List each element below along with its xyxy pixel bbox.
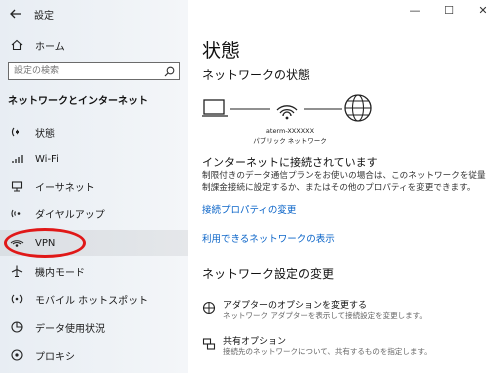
adapter-options-setting[interactable]: アダプターのオプションを変更する ネットワーク アダプターを表示して接続設定を変… [202, 298, 492, 328]
network-ssid: aterm-XXXXXX [265, 127, 315, 135]
search-icon[interactable] [161, 63, 177, 79]
connection-properties-link[interactable]: 接続プロパティの変更 [202, 202, 296, 216]
sidebar-item-ethernet[interactable]: イーサネット [0, 173, 188, 199]
status-description: 制限付きのデータ通信プランをお使いの場合は、このネットワークを従量制課金接続に設… [202, 171, 486, 193]
hotspot-icon [8, 290, 26, 308]
sidebar-item-proxy[interactable]: プロキシ [0, 342, 188, 368]
wifi-signal-icon [276, 105, 298, 120]
sidebar-item-label: データ使用状況 [35, 323, 105, 335]
network-diagram-graphic [202, 94, 372, 122]
sidebar-item-label: モバイル ホットスポット [35, 295, 149, 307]
sidebar-item-label: プロキシ [35, 351, 75, 363]
sidebar-item-label: 機内モード [35, 267, 85, 279]
available-networks-link[interactable]: 利用できるネットワークの表示 [202, 231, 335, 245]
sidebar-item-label: イーサネット [35, 182, 95, 194]
close-button[interactable]: ✕ [466, 0, 500, 20]
setting-subtitle: ネットワーク アダプターを表示して接続設定を変更します。 [223, 311, 427, 320]
search-box[interactable] [8, 62, 180, 80]
status-icon [8, 123, 26, 141]
ethernet-icon [8, 177, 26, 195]
maximize-button[interactable]: ☐ [432, 0, 466, 20]
sidebar-item-airplane[interactable]: 機内モード [0, 258, 188, 284]
network-type: パブリック ネットワーク [253, 137, 327, 145]
airplane-icon [8, 262, 26, 280]
dialup-icon [8, 204, 26, 222]
network-diagram: aterm-XXXXXX パブリック ネットワーク [202, 92, 382, 148]
page-title: 状態 [202, 40, 241, 62]
back-arrow-icon[interactable] [8, 6, 24, 22]
sidebar-item-label: 状態 [35, 128, 55, 140]
sidebar-item-status[interactable]: 状態 [0, 119, 188, 145]
sharing-options-setting[interactable]: 共有オプション 接続先のネットワークについて、共有するものを指定します。 [202, 334, 492, 364]
connection-status: インターネットに接続されています [202, 156, 378, 169]
highlight-ring [4, 228, 86, 258]
minimize-button[interactable]: — [398, 0, 432, 20]
section-header: ネットワークとインターネット [8, 96, 148, 107]
window-controls: — ☐ ✕ [398, 0, 500, 20]
network-status-heading: ネットワークの状態 [202, 68, 311, 82]
proxy-icon [8, 346, 26, 364]
settings-heading: ネットワーク設定の変更 [202, 267, 335, 281]
settings-window: 設定 ホーム ネットワークとインターネット 状態 Wi-Fi [0, 0, 500, 373]
sidebar-item-home[interactable]: ホーム [0, 32, 188, 58]
search-input[interactable] [12, 63, 161, 79]
adapter-icon [202, 300, 216, 315]
laptop-icon [202, 99, 228, 117]
sidebar-item-data-usage[interactable]: データ使用状況 [0, 314, 188, 340]
sidebar-item-label: ダイヤルアップ [35, 209, 105, 221]
home-icon [8, 36, 26, 54]
sidebar-item-dialup[interactable]: ダイヤルアップ [0, 200, 188, 226]
sidebar-item-hotspot[interactable]: モバイル ホットスポット [0, 286, 188, 312]
sidebar-item-label: Wi-Fi [35, 153, 59, 165]
sidebar: 設定 ホーム ネットワークとインターネット 状態 Wi-Fi [0, 0, 188, 373]
app-title: 設定 [34, 10, 54, 22]
wifi-icon [8, 150, 26, 168]
sharing-icon [202, 336, 216, 350]
sidebar-item-label: ホーム [35, 41, 65, 53]
title-bar: 設定 [8, 6, 54, 22]
sidebar-item-wifi[interactable]: Wi-Fi [0, 146, 188, 172]
data-usage-icon [8, 318, 26, 336]
setting-subtitle: 接続先のネットワークについて、共有するものを指定します。 [223, 347, 432, 356]
globe-icon [344, 94, 372, 122]
